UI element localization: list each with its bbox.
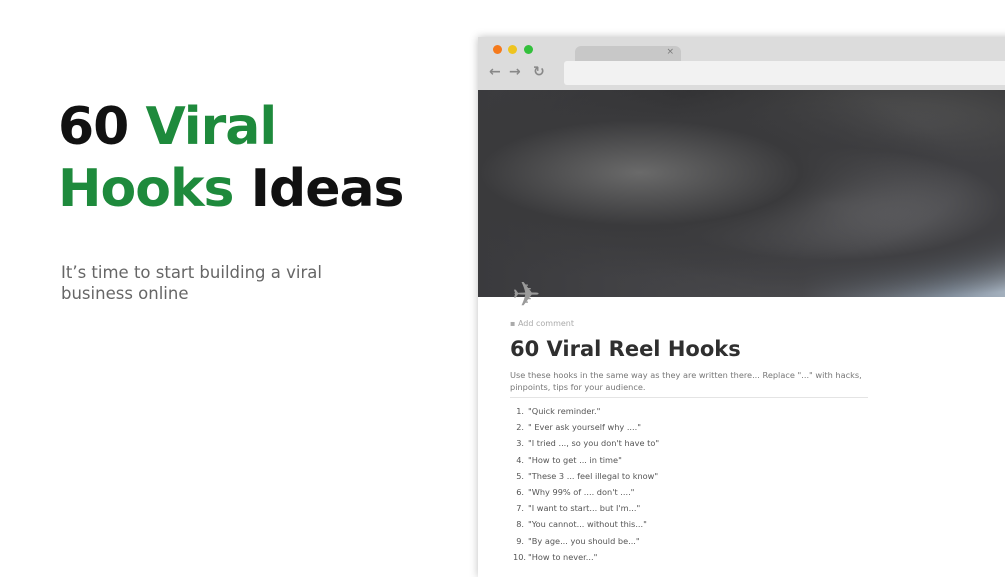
hero-title: 60 Viral Hooks Ideas [58,96,404,220]
hero-highlight: Viral [145,97,277,157]
item-text: " Ever ask yourself why ...." [528,422,642,433]
page-description: Use these hooks in the same way as they … [510,369,868,398]
item-number: 10. [513,551,527,562]
list-item: 9. "By age... you should be..." [513,536,868,552]
item-text: "How to never..." [528,551,598,562]
item-text: "How to get ... in time" [528,454,622,465]
item-number: 8. [516,519,524,530]
item-text: "You cannot... without this..." [528,519,647,530]
page-title: 60 Viral Reel Hooks [510,337,741,361]
browser-toolbar: × ← → ↻ [478,37,1005,90]
item-text: "I want to start... but I'm..." [528,503,641,514]
address-bar[interactable] [564,61,1005,85]
item-number: 4. [516,454,524,465]
list-item: 1. "Quick reminder." [513,406,868,422]
hooks-list: 1. "Quick reminder." 2. " Ever ask yourself… [510,406,868,568]
item-text: "Quick reminder." [528,406,601,416]
hero-text: 60 [58,97,146,157]
tab-close-icon[interactable]: × [666,47,674,57]
cover-image [478,90,1005,297]
item-text: "Why 99% of .... don't ...." [528,486,635,497]
close-dot-icon[interactable] [493,45,502,54]
list-item: 2. " Ever ask yourself why ...." [513,422,868,438]
item-text: "By age... you should be..." [528,535,640,546]
item-number: 1. [516,406,524,416]
hero-highlight: Hooks [58,159,235,219]
subtitle: It’s time to start building a viral busi… [61,263,322,303]
item-number: 5. [516,470,524,481]
item-text: "These 3 ... feel illegal to know" [528,470,659,481]
airplane-icon: ✈ [512,275,541,315]
item-number: 2. [516,422,524,433]
list-item: 4. "How to get ... in time" [513,455,868,471]
list-item: 7. "I want to start... but I'm..." [513,503,868,519]
add-comment-button[interactable]: ▪ Add comment [510,319,868,328]
add-comment-label: Add comment [517,319,575,328]
list-item: 6. "Why 99% of .... don't ...." [513,487,868,503]
list-item: 10. "How to never..." [513,552,868,568]
browser-window: × ← → ↻ ✈ ▪ Add comment 60 Viral Reel Ho… [478,37,1005,577]
reload-icon[interactable]: ↻ [533,64,545,80]
browser-tab[interactable]: × [575,46,681,62]
item-number: 3. [516,438,524,449]
maximize-dot-icon[interactable] [524,45,533,54]
item-text: "I tried ..., so you don't have to" [528,438,660,449]
hero-text: Ideas [233,159,405,219]
forward-arrow-icon[interactable]: → [509,64,521,80]
list-item: 3. "I tried ..., so you don't have to" [513,438,868,454]
comment-icon: ▪ [510,319,518,328]
item-number: 9. [516,535,524,546]
item-number: 6. [516,486,524,497]
item-number: 7. [516,503,524,514]
page-content: ▪ Add comment 60 Viral Reel Hooks Use th… [510,319,868,568]
minimize-dot-icon[interactable] [508,45,517,54]
list-item: 8. "You cannot... without this..." [513,519,868,535]
list-item: 5. "These 3 ... feel illegal to know" [513,471,868,487]
back-arrow-icon[interactable]: ← [489,64,501,80]
